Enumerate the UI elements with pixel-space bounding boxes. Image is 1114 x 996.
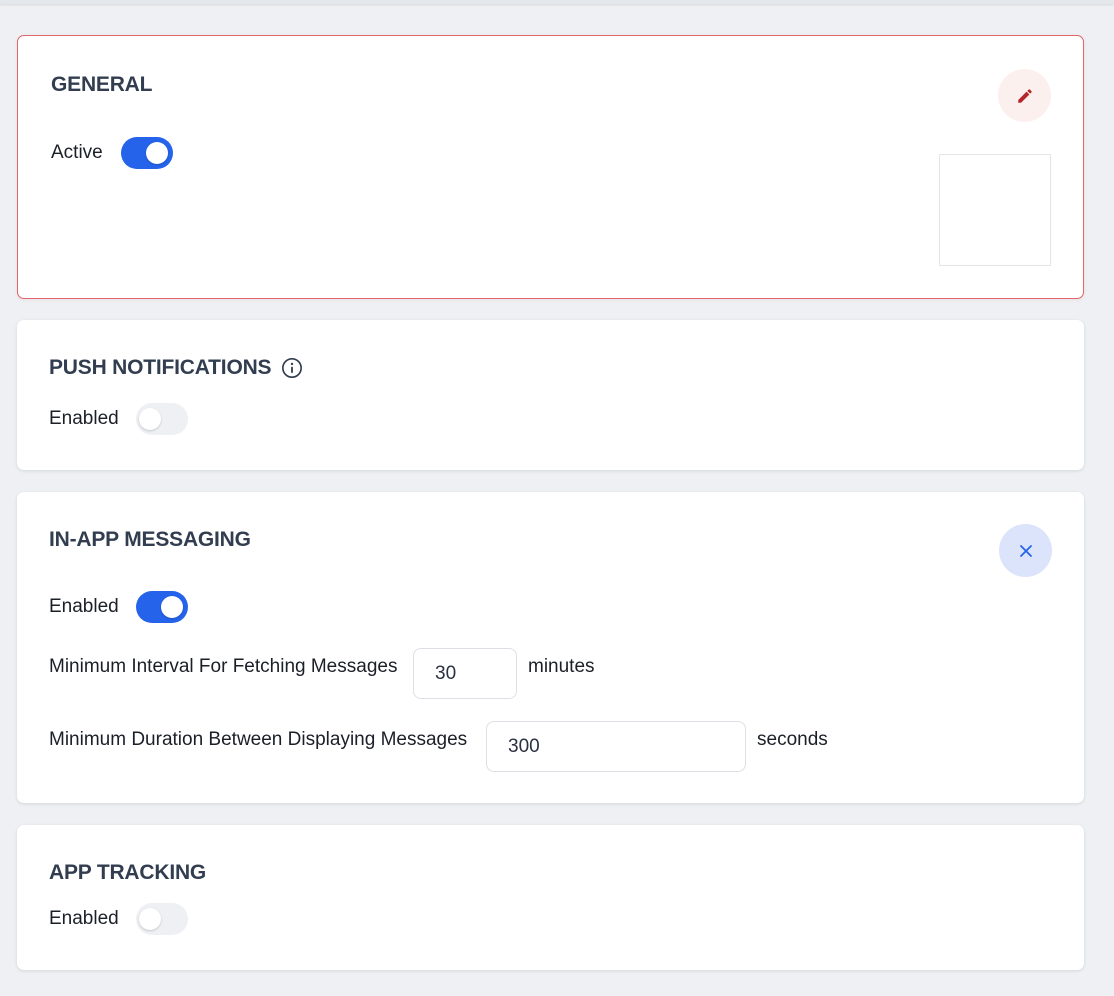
display-duration-input[interactable] (486, 721, 746, 772)
top-bar-shadow (0, 0, 1114, 4)
in-app-title: IN-APP MESSAGING (49, 528, 251, 552)
app-tracking-card: APP TRACKING Enabled (17, 825, 1084, 970)
tracking-title-text: APP TRACKING (49, 861, 207, 884)
close-icon (1019, 544, 1032, 557)
edit-button[interactable] (998, 69, 1051, 122)
tracking-title: APP TRACKING (49, 861, 206, 885)
push-notifications-card: PUSH NOTIFICATIONS Enabled (17, 320, 1084, 470)
in-app-title-text: IN-APP MESSAGING (49, 528, 251, 551)
fetch-interval-input[interactable] (413, 648, 517, 699)
in-app-enabled-label: Enabled (49, 596, 119, 617)
close-button[interactable] (999, 524, 1052, 577)
active-label: Active (51, 142, 103, 163)
push-enabled-toggle[interactable] (136, 403, 188, 435)
image-placeholder (939, 154, 1051, 266)
general-title: GENERAL (51, 73, 152, 97)
tracking-enabled-toggle[interactable] (136, 903, 188, 935)
in-app-enabled-toggle[interactable] (136, 591, 188, 623)
tracking-enabled-label: Enabled (49, 908, 119, 929)
fetch-interval-unit: minutes (528, 656, 595, 677)
display-duration-label: Minimum Duration Between Displaying Mess… (49, 729, 468, 750)
push-enabled-label: Enabled (49, 408, 119, 429)
toggle-knob (139, 408, 161, 430)
general-title-text: GENERAL (51, 73, 153, 96)
pencil-icon (1017, 88, 1032, 103)
active-toggle[interactable] (121, 137, 173, 169)
info-icon[interactable] (281, 357, 303, 379)
general-card: GENERAL Active (17, 35, 1084, 299)
toggle-knob (139, 908, 161, 930)
fetch-interval-label: Minimum Interval For Fetching Messages (49, 656, 398, 677)
toggle-knob (161, 596, 183, 618)
push-title: PUSH NOTIFICATIONS (49, 356, 303, 380)
push-title-text: PUSH NOTIFICATIONS (49, 356, 272, 379)
display-duration-unit: seconds (757, 729, 828, 750)
in-app-messaging-card: IN-APP MESSAGING Enabled Minimum Interva… (17, 492, 1084, 803)
toggle-knob (146, 142, 168, 164)
